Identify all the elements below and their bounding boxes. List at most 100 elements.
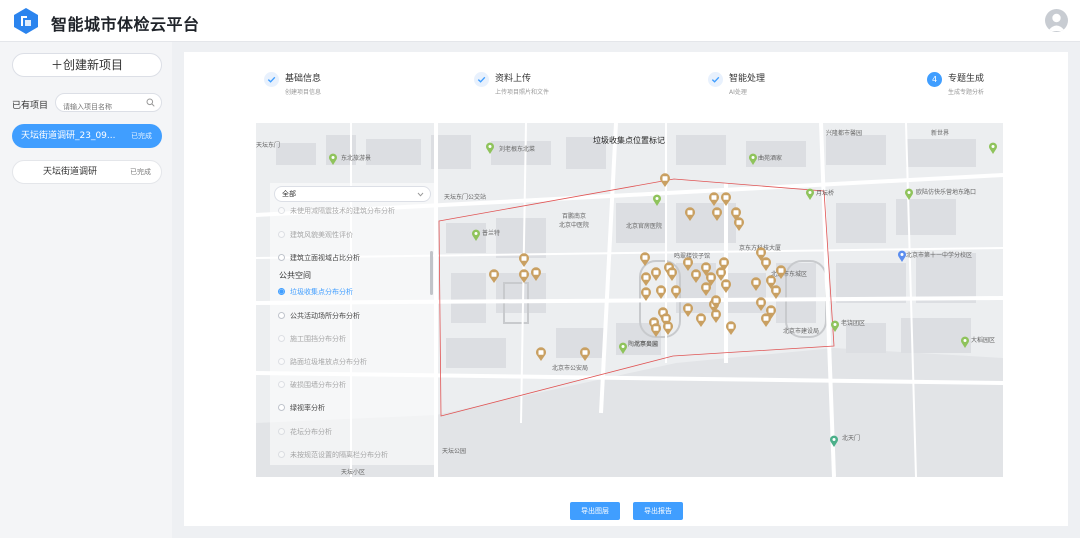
map-label: 天坛东门公交站 bbox=[444, 194, 487, 201]
garbage-point-marker-icon[interactable] bbox=[518, 268, 530, 283]
garbage-point-marker-icon[interactable] bbox=[710, 294, 722, 309]
layer-option[interactable]: 路面垃圾堆放点分布分析 bbox=[278, 357, 367, 367]
garbage-point-marker-icon[interactable] bbox=[700, 281, 712, 296]
poi-pin-icon[interactable] bbox=[618, 339, 628, 354]
garbage-point-marker-icon[interactable] bbox=[535, 346, 547, 361]
step-title: 智能处理 bbox=[729, 74, 766, 84]
school-pin-icon[interactable] bbox=[897, 247, 907, 262]
garbage-point-marker-icon[interactable] bbox=[682, 302, 694, 317]
poi-pin-icon[interactable] bbox=[829, 432, 839, 447]
garbage-point-marker-icon[interactable] bbox=[639, 251, 651, 266]
garbage-point-marker-icon[interactable] bbox=[711, 206, 723, 221]
garbage-point-marker-icon[interactable] bbox=[650, 266, 662, 281]
poi-pin-icon[interactable] bbox=[328, 150, 338, 165]
existing-projects-label: 已有项目 bbox=[12, 101, 49, 111]
project-item-active[interactable]: 天坛街道调研_23_09... 已完成 bbox=[12, 124, 162, 148]
layer-option[interactable]: 施工围挡分布分析 bbox=[278, 334, 346, 344]
top-bar: 智能城市体检云平台 bbox=[0, 0, 1080, 42]
layer-option[interactable]: 未使用减隔震技术的建筑分布分析 bbox=[278, 206, 395, 216]
garbage-point-marker-icon[interactable] bbox=[640, 286, 652, 301]
map-label: 大稻园区 bbox=[971, 337, 996, 344]
map-view[interactable]: 垃圾收集点位置标记 东北旅游景 刘老根东北菜 兴隆都市馨园 新世界 天坛东门 曲… bbox=[256, 123, 1003, 477]
map-label: 天坛东门 bbox=[256, 142, 281, 149]
garbage-point-marker-icon[interactable] bbox=[695, 312, 707, 327]
create-project-button[interactable]: ＋创建新项目 bbox=[12, 53, 162, 77]
map-label: 欧陆仿快乐营地东路口 bbox=[916, 189, 977, 196]
poi-pin-icon[interactable] bbox=[748, 150, 758, 165]
project-status: 已完成 bbox=[130, 168, 151, 176]
step-subtitle: 生成专题分析 bbox=[948, 89, 985, 96]
poi-pin-icon[interactable] bbox=[830, 317, 840, 332]
layer-option[interactable]: 绿视率分析 bbox=[278, 403, 325, 413]
poi-pin-icon[interactable] bbox=[904, 185, 914, 200]
garbage-point-marker-icon[interactable] bbox=[760, 256, 772, 271]
layer-panel-scrollbar[interactable] bbox=[430, 251, 433, 295]
map-label: 北天门 bbox=[842, 435, 861, 442]
garbage-point-marker-icon[interactable] bbox=[725, 320, 737, 335]
garbage-point-marker-icon[interactable] bbox=[662, 320, 674, 335]
garbage-point-marker-icon[interactable] bbox=[530, 266, 542, 281]
map-label: 天坛小区 bbox=[341, 469, 366, 476]
step-title: 专题生成 bbox=[948, 74, 985, 84]
garbage-point-marker-icon[interactable] bbox=[670, 284, 682, 299]
layer-panel: 全部 未使用减隔震技术的建筑分布分析 建筑风貌美观性评价 建筑立面视域占比分析 … bbox=[270, 183, 435, 465]
export-layer-button[interactable]: 导出图层 bbox=[570, 502, 620, 520]
app-logo-icon bbox=[14, 8, 38, 34]
app-title: 智能城市体检云平台 bbox=[51, 15, 200, 34]
map-label: 北京市建设局 bbox=[783, 328, 820, 335]
user-avatar-icon[interactable] bbox=[1045, 9, 1068, 32]
map-label: 刘老根东北菜 bbox=[499, 146, 536, 153]
garbage-point-marker-icon[interactable] bbox=[720, 278, 732, 293]
layer-option[interactable]: 未按规范设置的隔离栏分布分析 bbox=[278, 450, 388, 462]
check-icon bbox=[708, 72, 723, 87]
layer-option[interactable]: 建筑立面视域占比分析 bbox=[278, 253, 360, 263]
step-subtitle: AI处理 bbox=[729, 89, 747, 96]
step-subtitle: 创建项目信息 bbox=[285, 89, 322, 96]
garbage-point-marker-icon[interactable] bbox=[650, 322, 662, 337]
poi-pin-icon[interactable] bbox=[471, 226, 481, 241]
garbage-point-marker-icon[interactable] bbox=[579, 346, 591, 361]
garbage-point-marker-icon[interactable] bbox=[690, 268, 702, 283]
map-label: 新世界 bbox=[931, 130, 950, 137]
garbage-point-marker-icon[interactable] bbox=[733, 216, 745, 231]
poi-pin-icon[interactable] bbox=[485, 139, 495, 154]
map-label: 东北旅游景 bbox=[341, 155, 372, 162]
garbage-point-marker-icon[interactable] bbox=[659, 172, 671, 187]
garbage-point-marker-icon[interactable] bbox=[770, 284, 782, 299]
layer-option[interactable]: 建筑风貌美观性评价 bbox=[278, 230, 353, 240]
layer-option[interactable]: 破损围墙分布分析 bbox=[278, 380, 346, 390]
layer-option[interactable]: 花坛分布分析 bbox=[278, 427, 332, 437]
step-title: 基础信息 bbox=[285, 74, 322, 84]
garbage-point-marker-icon[interactable] bbox=[708, 191, 720, 206]
garbage-point-marker-icon[interactable] bbox=[750, 276, 762, 291]
map-label: 百鹏南京 bbox=[562, 213, 587, 220]
layer-option-selected[interactable]: 垃圾收集点分布分析 bbox=[278, 287, 353, 297]
garbage-point-marker-icon[interactable] bbox=[760, 312, 772, 327]
project-search-input[interactable] bbox=[56, 98, 142, 116]
garbage-point-marker-icon[interactable] bbox=[655, 284, 667, 299]
layer-option[interactable]: 公共活动场所分布分析 bbox=[278, 311, 360, 321]
poi-pin-icon[interactable] bbox=[988, 139, 998, 154]
poi-pin-icon[interactable] bbox=[805, 185, 815, 200]
project-status: 已完成 bbox=[131, 132, 152, 140]
poi-pin-icon[interactable] bbox=[652, 191, 662, 206]
layer-filter-value: 全部 bbox=[282, 190, 296, 198]
garbage-point-marker-icon[interactable] bbox=[720, 191, 732, 206]
garbage-point-marker-icon[interactable] bbox=[518, 252, 530, 267]
poi-pin-icon[interactable] bbox=[960, 333, 970, 348]
step-subtitle: 上传项目照片和文件 bbox=[495, 89, 550, 96]
garbage-point-marker-icon[interactable] bbox=[488, 268, 500, 283]
step-number: 4 bbox=[927, 72, 942, 87]
export-report-button[interactable]: 导出报告 bbox=[633, 502, 683, 520]
project-item[interactable]: 天坛街道调研 已完成 bbox=[12, 160, 162, 184]
garbage-point-marker-icon[interactable] bbox=[666, 266, 678, 281]
map-label: 天坛公园 bbox=[442, 448, 467, 455]
project-name: 天坛街道调研 bbox=[43, 167, 98, 177]
search-icon[interactable] bbox=[146, 98, 155, 107]
garbage-point-marker-icon[interactable] bbox=[710, 308, 722, 323]
layer-filter-select[interactable]: 全部 bbox=[274, 186, 431, 202]
map-label: 北京奥菜 bbox=[634, 341, 659, 348]
map-label: 北京市公安局 bbox=[552, 365, 589, 372]
garbage-point-marker-icon[interactable] bbox=[684, 206, 696, 221]
project-search bbox=[55, 93, 162, 116]
